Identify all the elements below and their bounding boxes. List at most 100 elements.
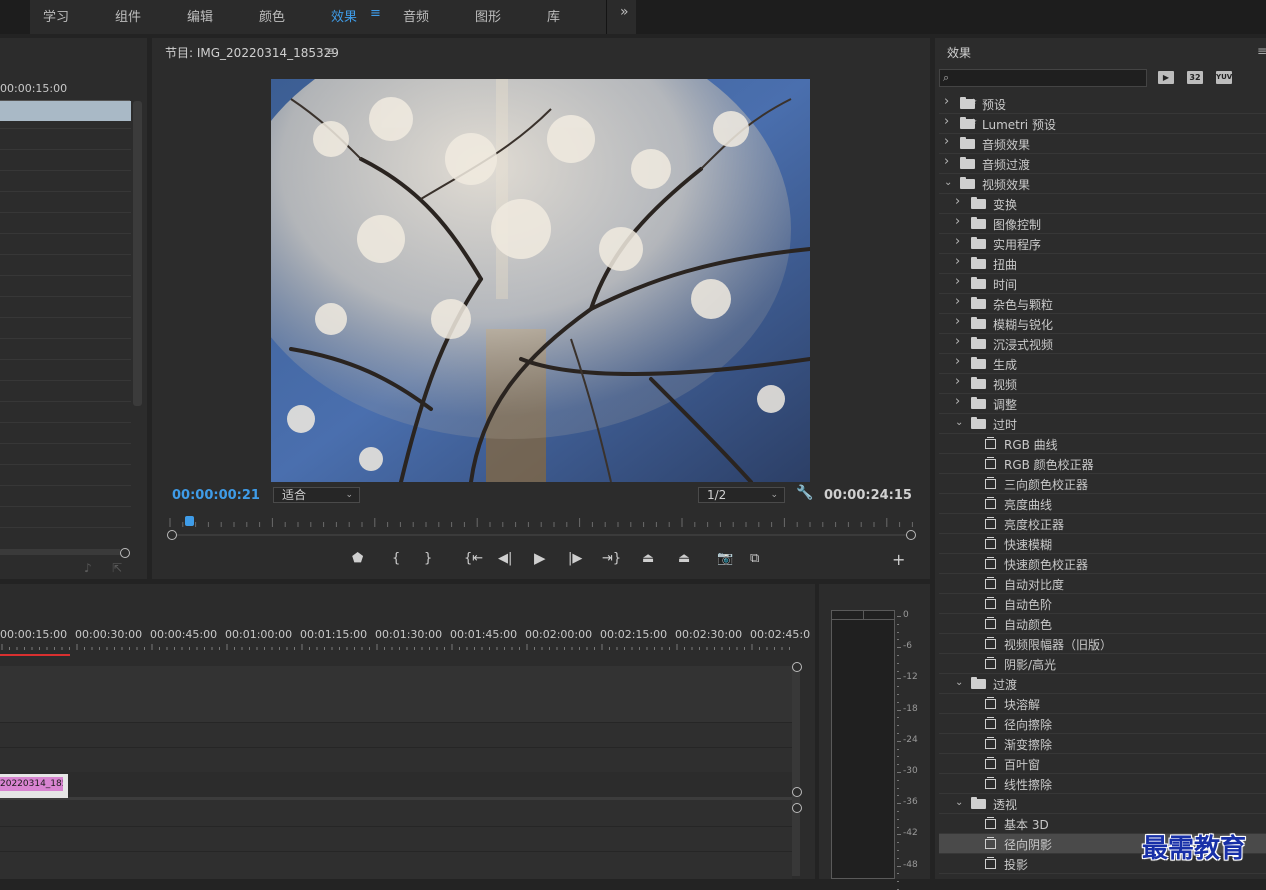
effect-folder[interactable]: › 生成 [939, 354, 1266, 374]
tab-audio[interactable]: 音频 [403, 6, 429, 25]
effect-folder[interactable]: › ★ 预设 [939, 94, 1266, 114]
chevron-down-icon[interactable]: ⌄ [955, 417, 963, 428]
effect-folder[interactable]: › 调整 [939, 394, 1266, 414]
camera-icon[interactable]: 📷 [717, 551, 733, 566]
effect-item[interactable]: 自动对比度 [939, 574, 1266, 594]
source-selected-row[interactable] [0, 101, 131, 121]
panel-menu-icon[interactable]: ≡ [325, 44, 335, 58]
effect-item[interactable]: 亮度校正器 [939, 514, 1266, 534]
effect-item[interactable]: 快速模糊 [939, 534, 1266, 554]
wrench-icon[interactable]: 🔧 [796, 485, 813, 501]
effect-folder[interactable]: ⌄ 透视 [939, 794, 1266, 814]
source-scrollbar[interactable] [133, 101, 142, 406]
effect-item[interactable]: 三向颜色校正器 [939, 474, 1266, 494]
effect-folder[interactable]: › 视频 [939, 374, 1266, 394]
playback-resolution-select[interactable]: 1/2 ⌄ [698, 487, 785, 503]
audio-track-a1[interactable] [0, 800, 792, 826]
effect-folder[interactable]: › 扭曲 [939, 254, 1266, 274]
video-track-area[interactable] [0, 666, 792, 722]
effect-item[interactable]: 快速颜色校正器 [939, 554, 1266, 574]
chevron-down-icon[interactable]: ⌄ [955, 797, 963, 808]
tab-effects[interactable]: 效果 [331, 6, 357, 25]
effect-item[interactable]: 阴影/高光 [939, 654, 1266, 674]
chevron-right-icon[interactable]: › [955, 254, 960, 269]
effect-folder[interactable]: › 时间 [939, 274, 1266, 294]
video-track-v2[interactable] [0, 723, 792, 747]
effect-item[interactable]: 视频限幅器（旧版） [939, 634, 1266, 654]
mark-in-icon[interactable]: { [392, 551, 400, 566]
go-to-in-icon[interactable]: {⇤ [464, 551, 483, 566]
effect-item[interactable]: RGB 颜色校正器 [939, 454, 1266, 474]
extract-icon[interactable]: ⏏ [678, 551, 690, 566]
chevron-right-icon[interactable]: › [955, 234, 960, 249]
work-area-bar[interactable] [0, 654, 70, 656]
step-back-icon[interactable]: ◀| [498, 551, 512, 566]
effect-folder[interactable]: ⌄ 过渡 [939, 674, 1266, 694]
go-to-out-icon[interactable]: ⇥} [602, 551, 621, 566]
tab-assembly[interactable]: 组件 [115, 6, 141, 25]
effect-folder[interactable]: ⌄ 过时 [939, 414, 1266, 434]
step-forward-icon[interactable]: |▶ [568, 551, 582, 566]
play-icon[interactable]: ▶ [534, 549, 546, 567]
effect-folder[interactable]: › 音频效果 [939, 134, 1266, 154]
chevron-right-icon[interactable]: › [944, 134, 949, 149]
effect-folder[interactable]: ⌄ 视频效果 [939, 174, 1266, 194]
accelerated-effects-icon[interactable]: ▶ [1158, 71, 1174, 84]
scroll-handle-audio[interactable] [792, 803, 802, 813]
timeline-vertical-scrollbar[interactable] [792, 664, 800, 876]
compare-view-icon[interactable]: ⧉ [750, 551, 759, 566]
source-zoom-bar[interactable] [0, 549, 120, 555]
scroll-handle-top[interactable] [792, 662, 802, 672]
panel-menu-icon[interactable]: ≡ [1257, 44, 1266, 58]
effect-item[interactable]: 亮度曲线 [939, 494, 1266, 514]
video-clip[interactable]: 20220314_185 [0, 774, 68, 798]
scroll-handle-mid[interactable] [792, 787, 802, 797]
effect-item[interactable]: 块溶解 [939, 694, 1266, 714]
effect-item[interactable]: 渐变擦除 [939, 734, 1266, 754]
chevron-right-icon[interactable]: › [955, 194, 960, 209]
mark-out-icon[interactable]: } [424, 551, 432, 566]
effects-search-input[interactable]: ⌕ [939, 69, 1147, 87]
tab-learn[interactable]: 学习 [43, 6, 69, 25]
tab-effects-menu-icon[interactable]: ≡ [370, 6, 381, 21]
effect-folder[interactable]: › ★ Lumetri 预设 [939, 114, 1266, 134]
zoom-handle-left[interactable] [167, 530, 177, 540]
effect-folder[interactable]: › 变换 [939, 194, 1266, 214]
chevron-right-icon[interactable]: › [955, 374, 960, 389]
effect-folder[interactable]: › 图像控制 [939, 214, 1266, 234]
chevron-right-icon[interactable]: › [955, 214, 960, 229]
export-icon[interactable]: ⇱ [112, 561, 122, 575]
effect-folder[interactable]: › 实用程序 [939, 234, 1266, 254]
playhead-timecode[interactable]: 00:00:00:21 [172, 488, 260, 503]
program-monitor-title[interactable]: 节目: IMG_20220314_185329 [165, 44, 339, 61]
effect-folder[interactable]: › 模糊与锐化 [939, 314, 1266, 334]
effect-folder[interactable]: › 音频过渡 [939, 154, 1266, 174]
monitor-zoom-scrollbar[interactable] [172, 534, 910, 536]
effect-item[interactable]: 自动颜色 [939, 614, 1266, 634]
source-zoom-handle[interactable] [120, 548, 130, 558]
effects-panel-title[interactable]: 效果 [947, 44, 971, 61]
zoom-handle-right[interactable] [906, 530, 916, 540]
effect-item[interactable]: RGB 曲线 [939, 434, 1266, 454]
timeline-ruler[interactable] [0, 644, 795, 650]
chevron-right-icon[interactable]: › [955, 354, 960, 369]
playhead-marker[interactable] [185, 516, 194, 526]
tab-color[interactable]: 颜色 [259, 6, 285, 25]
audio-track-a2[interactable] [0, 827, 792, 851]
effect-item[interactable]: 自动色阶 [939, 594, 1266, 614]
chevron-right-icon[interactable]: › [955, 314, 960, 329]
chevron-right-icon[interactable]: › [944, 154, 949, 169]
double-chevron-right-icon[interactable]: » [620, 4, 629, 20]
effect-item[interactable]: 线性擦除 [939, 774, 1266, 794]
chevron-right-icon[interactable]: › [955, 294, 960, 309]
effect-folder[interactable]: › 沉浸式视频 [939, 334, 1266, 354]
add-button-icon[interactable]: + [892, 550, 905, 569]
video-track-v1[interactable] [0, 748, 792, 772]
chevron-down-icon[interactable]: ⌄ [955, 677, 963, 688]
tab-libraries[interactable]: 库 [547, 6, 560, 25]
audio-track-a3[interactable] [0, 852, 792, 879]
chevron-right-icon[interactable]: › [944, 94, 949, 109]
music-note-icon[interactable]: ♪ [84, 561, 92, 575]
add-marker-icon[interactable]: ⬟ [352, 551, 363, 566]
chevron-right-icon[interactable]: › [955, 334, 960, 349]
